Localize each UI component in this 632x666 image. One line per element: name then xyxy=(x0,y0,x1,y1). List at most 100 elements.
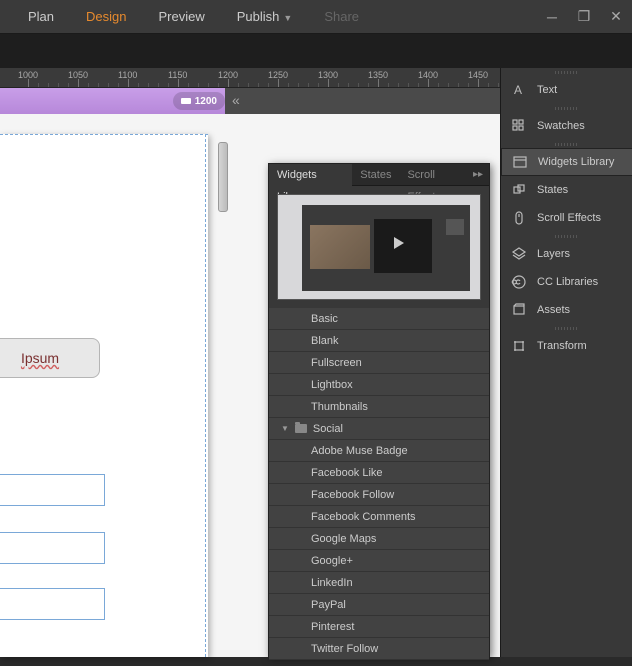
dock-item-label: Swatches xyxy=(537,120,585,132)
form-field-1[interactable] xyxy=(0,474,105,506)
widget-item[interactable]: Google+ xyxy=(269,550,489,572)
widget-item[interactable]: Adobe Muse Badge xyxy=(269,440,489,462)
guide-horizontal[interactable] xyxy=(0,134,208,135)
window-controls: ─ ❐ ✕ xyxy=(536,0,632,34)
dock-item-label: Transform xyxy=(537,340,587,352)
dock-item-label: Text xyxy=(537,84,557,96)
widget-item-label: Google Maps xyxy=(311,533,376,545)
widget-item-label: Facebook Like xyxy=(311,467,383,479)
widget-item-label: Google+ xyxy=(311,555,353,567)
text-widget[interactable]: Ipsum xyxy=(0,338,100,378)
collapse-arrow-icon[interactable]: « xyxy=(232,92,240,108)
scroll-handle[interactable] xyxy=(218,142,228,212)
breakpoint-value: 1200 xyxy=(195,96,217,107)
widget-item-label: Adobe Muse Badge xyxy=(311,445,408,457)
menu-plan[interactable]: Plan xyxy=(12,0,70,34)
widget-item[interactable]: Facebook Comments xyxy=(269,506,489,528)
breakpoint-badge[interactable]: 1200 xyxy=(173,92,225,110)
dock-item-states[interactable]: States xyxy=(501,176,632,204)
panel-tab-widgets-library[interactable]: Widgets Library xyxy=(269,164,352,186)
widget-item[interactable]: Blank xyxy=(269,330,489,352)
folder-icon xyxy=(295,424,307,433)
widget-item[interactable]: Basic xyxy=(269,308,489,330)
menu-preview[interactable]: Preview xyxy=(143,0,221,34)
page-artboard[interactable] xyxy=(0,134,208,657)
dock-item-transform[interactable]: Transform xyxy=(501,332,632,360)
dock-item-label: Layers xyxy=(537,248,570,260)
cc-icon xyxy=(511,274,527,290)
widget-list[interactable]: Basic Blank Fullscreen Lightbox Thumbnails ▼ S… xyxy=(269,308,489,666)
dock-separator xyxy=(501,104,632,112)
widget-item-label: Lightbox xyxy=(311,379,353,391)
minimize-button[interactable]: ─ xyxy=(536,0,568,34)
dock-item-scroll-effects[interactable]: Scroll Effects xyxy=(501,204,632,232)
widget-item[interactable]: PayPal xyxy=(269,594,489,616)
form-field-3[interactable] xyxy=(0,588,105,620)
text-widget-content: Ipsum xyxy=(21,350,59,366)
widget-preview xyxy=(269,186,489,308)
widget-item-label: Blank xyxy=(311,335,339,347)
widget-item[interactable]: Lightbox xyxy=(269,374,489,396)
layers-icon xyxy=(511,246,527,262)
panel-tab-states[interactable]: States xyxy=(352,164,399,186)
play-icon xyxy=(394,237,404,249)
widgets-library-panel: Widgets LibraryStatesScroll Effect▸▸ Bas… xyxy=(268,163,490,657)
form-field-2[interactable] xyxy=(0,532,105,564)
chevron-down-icon: ▼ xyxy=(281,424,289,433)
widget-item-label: LinkedIn xyxy=(311,577,353,589)
dock-item-widgets-library[interactable]: Widgets Library xyxy=(501,148,632,176)
scroll-icon xyxy=(511,210,527,226)
guide-vertical[interactable] xyxy=(205,134,206,657)
dock-item-text[interactable]: A Text xyxy=(501,76,632,104)
widget-item[interactable]: Facebook Follow xyxy=(269,484,489,506)
dock-item-assets[interactable]: Assets xyxy=(501,296,632,324)
dock-item-label: Widgets Library xyxy=(538,156,614,168)
menu-design[interactable]: Design xyxy=(70,0,142,34)
widget-item-label: Social xyxy=(313,423,343,435)
transform-icon xyxy=(511,338,527,354)
widget-item-label: Facebook Follow xyxy=(311,489,394,501)
widget-folder[interactable]: ▼ Social xyxy=(269,418,489,440)
dock-item-label: Scroll Effects xyxy=(537,212,601,224)
dock-item-label: CC Libraries xyxy=(537,276,598,288)
widget-item[interactable]: Google Maps xyxy=(269,528,489,550)
text-icon: A xyxy=(511,82,527,98)
breakpoint-icon xyxy=(181,98,191,104)
top-menubar: PlanDesignPreviewPublish▼Share ─ ❐ ✕ xyxy=(0,0,632,34)
dock-separator xyxy=(501,68,632,76)
dock-item-label: Assets xyxy=(537,304,570,316)
widget-item-label: Pinterest xyxy=(311,621,354,633)
dock-separator xyxy=(501,324,632,332)
states-icon xyxy=(511,182,527,198)
widget-item[interactable]: Thumbnails xyxy=(269,396,489,418)
menu-share: Share xyxy=(308,0,375,34)
widgets-icon xyxy=(512,154,528,170)
maximize-button[interactable]: ❐ xyxy=(568,0,600,34)
widget-preview-thumbnail[interactable] xyxy=(277,194,481,300)
dock-item-cc-libraries[interactable]: CC Libraries xyxy=(501,268,632,296)
panel-tabstrip: Widgets LibraryStatesScroll Effect▸▸ xyxy=(269,164,489,186)
widget-item-label: PayPal xyxy=(311,599,346,611)
widget-item-label: Basic xyxy=(311,313,338,325)
swatches-icon xyxy=(511,118,527,134)
assets-icon xyxy=(511,302,527,318)
dock-item-label: States xyxy=(537,184,568,196)
dock-item-layers[interactable]: Layers xyxy=(501,240,632,268)
close-button[interactable]: ✕ xyxy=(600,0,632,34)
menu-publish[interactable]: Publish▼ xyxy=(221,0,309,34)
widget-item[interactable]: Facebook Like xyxy=(269,462,489,484)
breakpoint-region[interactable]: 1200 xyxy=(0,88,225,114)
widget-item-label: Thumbnails xyxy=(311,401,368,413)
widget-item-label: Facebook Comments xyxy=(311,511,416,523)
dock-separator xyxy=(501,140,632,148)
panel-expand-icon[interactable]: ▸▸ xyxy=(467,169,489,180)
widget-item[interactable]: LinkedIn xyxy=(269,572,489,594)
widget-item[interactable]: Pinterest xyxy=(269,616,489,638)
panel-tab-scroll-effect[interactable]: Scroll Effect xyxy=(399,164,467,186)
widget-item-label: Twitter Follow xyxy=(311,643,378,655)
dock-item-swatches[interactable]: Swatches xyxy=(501,112,632,140)
widget-item[interactable]: Fullscreen xyxy=(269,352,489,374)
dock-separator xyxy=(501,232,632,240)
widget-item-label: Fullscreen xyxy=(311,357,362,369)
toolbar-strip xyxy=(0,34,632,68)
